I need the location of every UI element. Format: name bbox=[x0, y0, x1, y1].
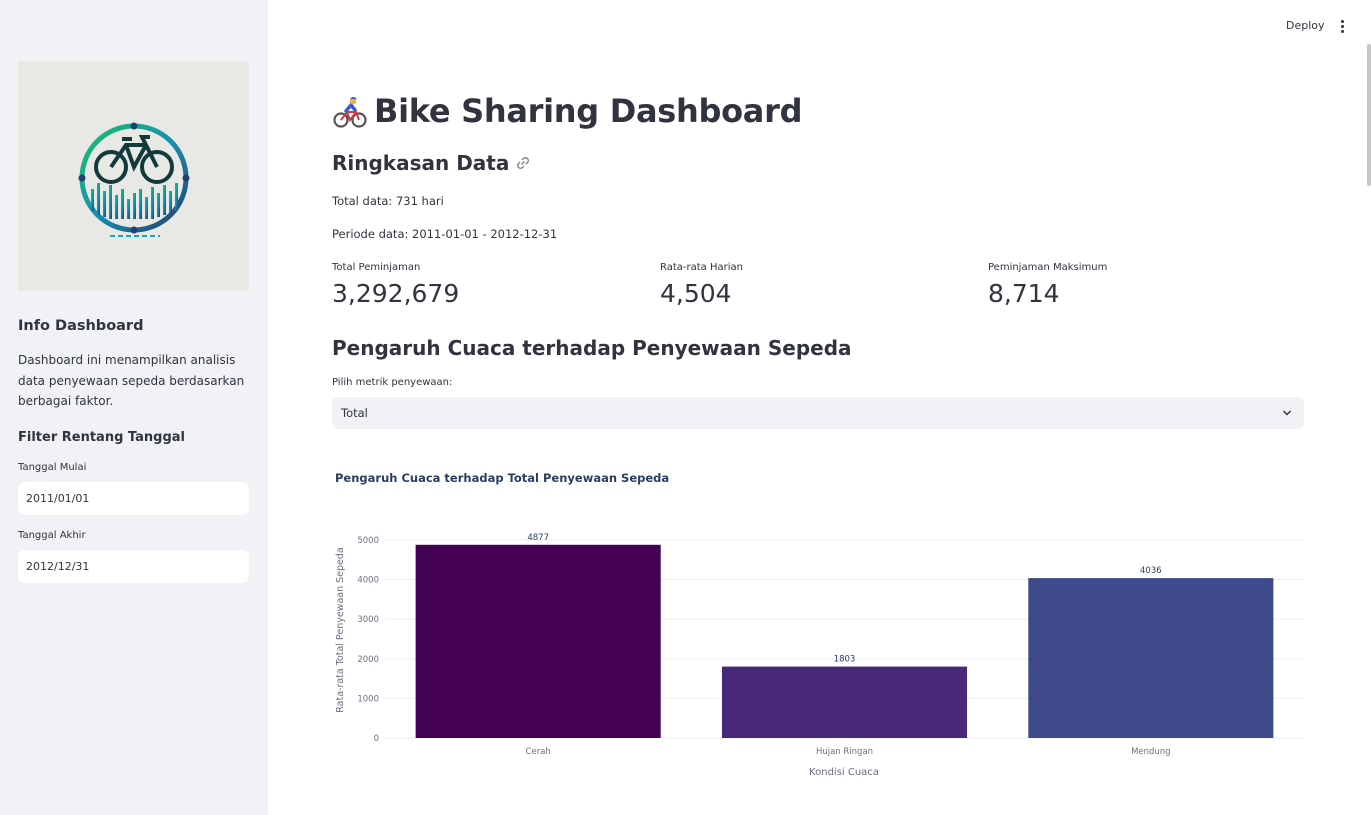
metric-total-rentals: Total Peminjaman 3,292,679 bbox=[332, 262, 459, 308]
metric-value: 3,292,679 bbox=[332, 279, 460, 308]
chevron-down-icon bbox=[1282, 410, 1292, 416]
summary-title: Ringkasan Data bbox=[332, 151, 510, 175]
cyclist-icon bbox=[333, 97, 367, 128]
y-tick-label: 2000 bbox=[357, 655, 379, 665]
x-tick-label: Hujan Ringan bbox=[816, 747, 873, 757]
bike-sharing-logo bbox=[18, 61, 249, 291]
y-tick-label: 0 bbox=[374, 734, 379, 744]
bar-data-label: 4877 bbox=[527, 533, 549, 543]
bar-data-label: 4036 bbox=[1140, 566, 1162, 576]
summary-header: Ringkasan Data bbox=[332, 151, 531, 175]
metric-daily-average: Rata-rata Harian 4,504 bbox=[660, 262, 743, 308]
bar-cerah[interactable] bbox=[415, 544, 661, 738]
start-date-input[interactable]: 2011/01/01 bbox=[18, 482, 249, 515]
metric-select-value: Total bbox=[341, 406, 368, 420]
metric-label: Rata-rata Harian bbox=[660, 262, 743, 273]
info-dashboard-text: Dashboard ini menampilkan analisis data … bbox=[18, 353, 245, 408]
start-date-label: Tanggal Mulai bbox=[18, 462, 87, 473]
weather-bar-chart-svg: Pengaruh Cuaca terhadap Total Penyewaan … bbox=[335, 471, 1304, 778]
chart-title: Pengaruh Cuaca terhadap Total Penyewaan … bbox=[335, 471, 669, 485]
deploy-button[interactable]: Deploy bbox=[1276, 14, 1335, 38]
metric-max-rentals: Peminjaman Maksimum 8,714 bbox=[988, 262, 1107, 308]
end-date-label: Tanggal Akhir bbox=[18, 530, 86, 541]
info-dashboard-title: Info Dashboard bbox=[18, 318, 144, 334]
y-tick-label: 4000 bbox=[357, 576, 379, 586]
y-tick-label: 5000 bbox=[357, 536, 379, 546]
end-date-input[interactable]: 2012/12/31 bbox=[18, 550, 249, 583]
metric-select-label: Pilih metrik penyewaan: bbox=[332, 377, 453, 388]
page-title: Bike Sharing Dashboard bbox=[332, 88, 802, 134]
x-tick-label: Mendung bbox=[1131, 747, 1171, 757]
x-tick-label: Cerah bbox=[526, 747, 551, 757]
bar-mendung[interactable] bbox=[1028, 578, 1274, 738]
sidebar: Info Dashboard Dashboard ini menampilkan… bbox=[0, 0, 268, 815]
x-axis-label: Kondisi Cuaca bbox=[809, 767, 879, 778]
metric-value: 8,714 bbox=[988, 279, 1060, 308]
link-icon[interactable] bbox=[515, 155, 531, 171]
weather-bar-chart: Pengaruh Cuaca terhadap Total Penyewaan … bbox=[332, 460, 1312, 790]
bar-data-label: 1803 bbox=[834, 655, 856, 665]
y-tick-label: 3000 bbox=[357, 615, 379, 625]
dashboard-title: Bike Sharing Dashboard bbox=[374, 92, 803, 130]
metric-select[interactable]: Total bbox=[332, 397, 1304, 429]
date-filter-title: Filter Rentang Tanggal bbox=[18, 430, 185, 445]
bike-logo-icon bbox=[18, 61, 249, 291]
y-axis-label: Rata-rata Total Penyewaan Sepeda bbox=[335, 547, 346, 712]
scrollbar[interactable] bbox=[1367, 44, 1371, 186]
weather-section-title: Pengaruh Cuaca terhadap Penyewaan Sepeda bbox=[332, 336, 852, 360]
bar-hujan-ringan[interactable] bbox=[721, 666, 968, 738]
more-vertical-icon[interactable] bbox=[1332, 16, 1352, 36]
total-data-text: Total data: 731 hari bbox=[332, 194, 444, 208]
metric-value: 4,504 bbox=[660, 279, 732, 308]
metric-label: Peminjaman Maksimum bbox=[988, 262, 1108, 273]
y-tick-label: 1000 bbox=[357, 694, 379, 704]
period-text: Periode data: 2011-01-01 - 2012-12-31 bbox=[332, 227, 558, 241]
metric-label: Total Peminjaman bbox=[332, 262, 421, 273]
